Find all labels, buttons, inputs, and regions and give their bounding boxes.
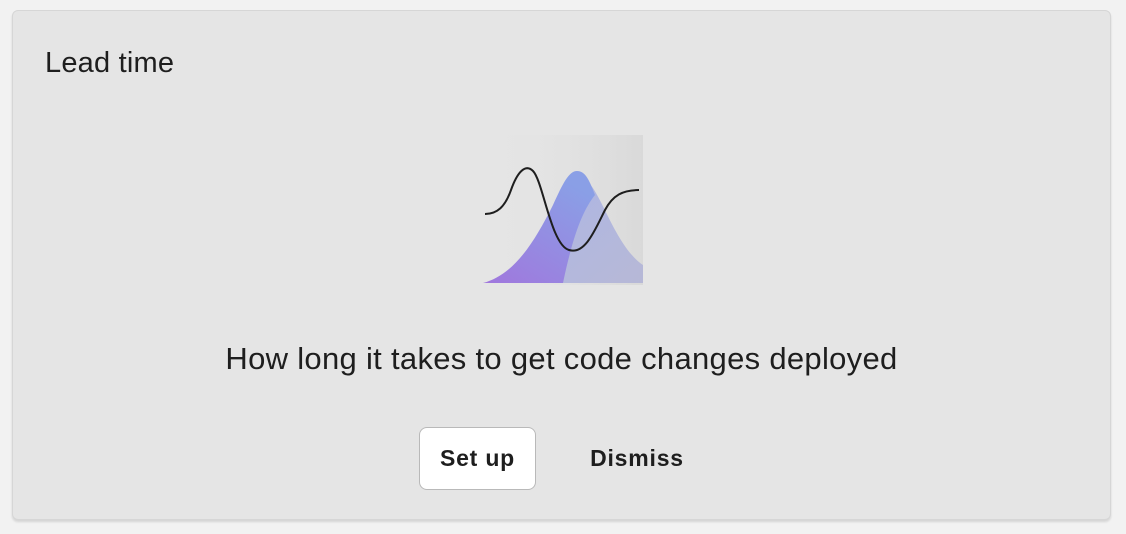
- dismiss-button[interactable]: Dismiss: [573, 427, 701, 490]
- distribution-curves-illustration: [483, 135, 643, 285]
- card-actions: Set up Dismiss: [13, 427, 1110, 491]
- card-title: Lead time: [45, 47, 175, 79]
- lead-time-card: Lead time How long it takes to get code …: [12, 10, 1111, 520]
- set-up-button[interactable]: Set up: [419, 427, 536, 490]
- card-description: How long it takes to get code changes de…: [225, 341, 898, 376]
